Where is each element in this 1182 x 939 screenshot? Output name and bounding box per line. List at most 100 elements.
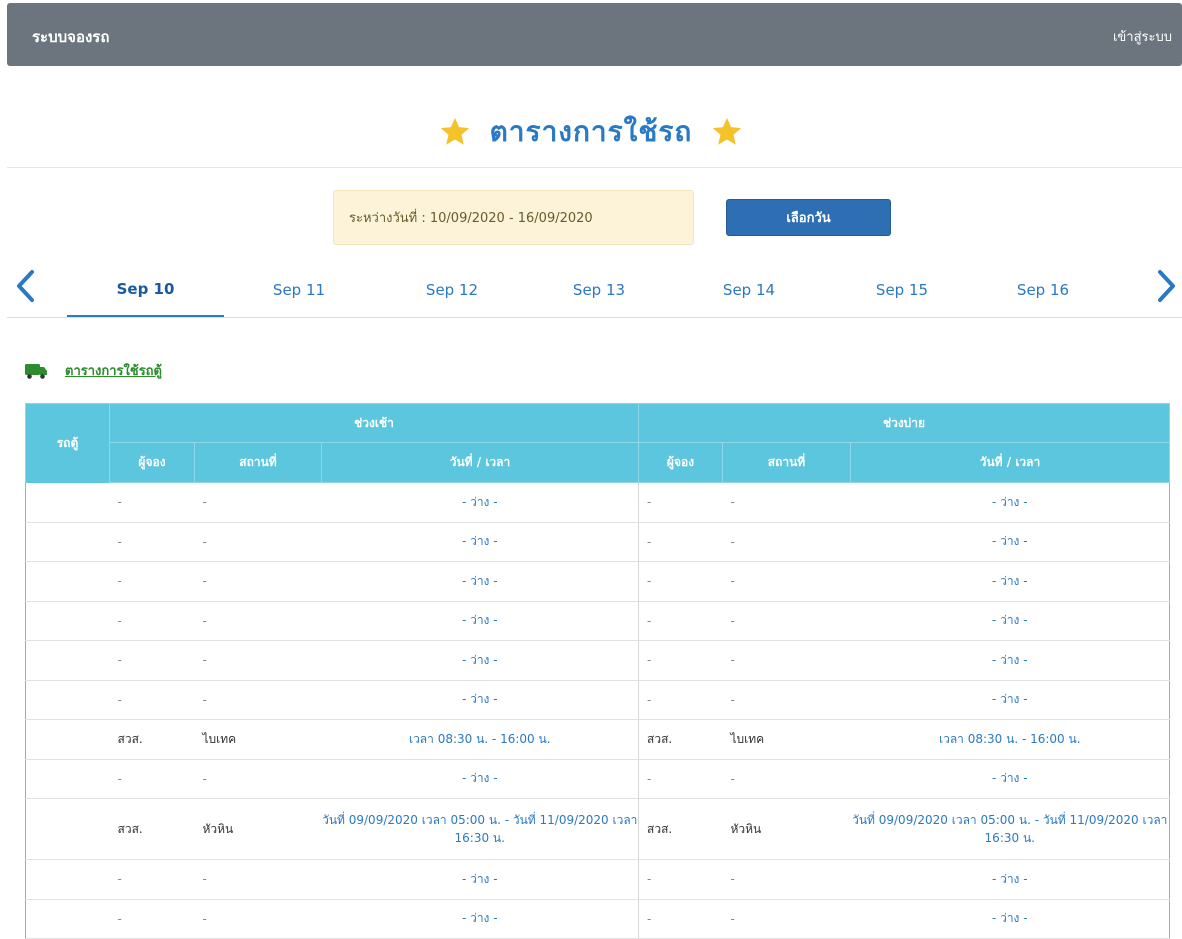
afternoon-place-cell: ไบเทค [722,719,851,760]
car-cell [25,482,110,523]
morning-place-cell: - [194,482,322,523]
select-date-button[interactable]: เลือกวัน [726,199,891,236]
header-booker: ผู้จอง [109,442,195,483]
section-header: ตารางการใช้รถตู้ [25,360,162,381]
afternoon-time-cell: วันที่ 09/09/2020 เวลา 05:00 น. - วันที่… [850,798,1171,860]
afternoon-time-cell: - ว่าง - [850,601,1171,641]
brand-title[interactable]: ระบบจองรถ [32,25,109,49]
table-row: --- ว่าง ---- ว่าง - [25,522,1171,562]
afternoon-booker-cell: - [638,522,723,562]
header-morning: ช่วงเช้า [109,403,639,443]
header-car: รถตู้ [25,403,110,483]
star-icon [440,117,469,145]
afternoon-booker-cell: - [638,640,723,681]
morning-time-cell: - ว่าง - [321,899,639,939]
chevron-left-icon[interactable] [14,268,36,304]
afternoon-time-cell: - ว่าง - [850,759,1171,799]
tab-sep-14[interactable]: Sep 14 [679,262,819,318]
afternoon-time-cell: - ว่าง - [850,680,1171,720]
schedule-table: รถตู้ ช่วงเช้า ช่วงบ่าย ผู้จอง สถานที่ ว… [25,403,1171,939]
morning-place-cell: - [194,899,322,939]
morning-place-cell: ไบเทค [194,719,322,760]
tab-sep-12[interactable]: Sep 12 [382,262,522,318]
afternoon-place-cell: - [722,859,851,900]
divider [7,167,1182,168]
morning-booker-cell: - [109,601,195,641]
morning-booker-cell: - [109,561,195,602]
afternoon-booker-cell: - [638,759,723,799]
afternoon-booker-cell: - [638,601,723,641]
car-cell [25,798,110,860]
tab-sep-16[interactable]: Sep 16 [973,262,1113,318]
morning-time-cell: - ว่าง - [321,601,639,641]
afternoon-booker-cell: สวส. [638,798,723,860]
table-row: --- ว่าง ---- ว่าง - [25,759,1171,799]
afternoon-time-cell: - ว่าง - [850,640,1171,681]
morning-booker-cell: - [109,640,195,681]
afternoon-place-cell: หัวหิน [722,798,851,860]
morning-booker-cell: - [109,899,195,939]
afternoon-booker-cell: สวส. [638,719,723,760]
car-cell [25,561,110,602]
afternoon-place-cell: - [722,680,851,720]
table-row: สวส. ไบเทค เวลา 08:30 น. - 16:00 น. สวส. ไบเ… [25,719,1171,760]
afternoon-booker-cell: - [638,680,723,720]
afternoon-place-cell: - [722,640,851,681]
header-booker: ผู้จอง [638,442,723,483]
divider [7,317,1182,318]
afternoon-time-cell: - ว่าง - [850,482,1171,523]
header-place: สถานที่ [194,442,322,483]
table-row: --- ว่าง ---- ว่าง - [25,859,1171,900]
morning-time-cell: - ว่าง - [321,482,639,523]
morning-booker-cell: - [109,859,195,900]
afternoon-time-cell: - ว่าง - [850,899,1171,939]
morning-place-cell: - [194,561,322,602]
afternoon-time-cell: เวลา 08:30 น. - 16:00 น. [850,719,1171,760]
afternoon-booker-cell: - [638,561,723,602]
morning-booker-cell: - [109,482,195,523]
morning-time-cell: - ว่าง - [321,640,639,681]
morning-time-cell: - ว่าง - [321,522,639,562]
car-cell [25,522,110,562]
car-cell [25,899,110,939]
morning-booker-cell: สวส. [109,798,195,860]
date-tabs: Sep 10 Sep 11 Sep 12 Sep 13 Sep 14 Sep 1… [67,262,1147,318]
morning-time-cell: - ว่าง - [321,680,639,720]
morning-booker-cell: - [109,680,195,720]
morning-time-cell: - ว่าง - [321,759,639,799]
table-row: --- ว่าง ---- ว่าง - [25,482,1171,523]
morning-booker-cell: - [109,759,195,799]
afternoon-booker-cell: - [638,859,723,900]
afternoon-time-cell: - ว่าง - [850,859,1171,900]
morning-time-cell: - ว่าง - [321,561,639,602]
morning-time-cell: - ว่าง - [321,859,639,900]
morning-place-cell: - [194,680,322,720]
morning-time-cell: เวลา 08:30 น. - 16:00 น. [321,719,639,760]
afternoon-booker-cell: - [638,899,723,939]
page-title-block: ตารางการใช้รถ [0,110,1182,150]
chevron-right-icon[interactable] [1156,268,1178,304]
afternoon-time-cell: - ว่าง - [850,522,1171,562]
tab-sep-15[interactable]: Sep 15 [832,262,972,318]
afternoon-booker-cell: - [638,482,723,523]
star-icon [713,117,742,145]
table-row: --- ว่าง ---- ว่าง - [25,601,1171,641]
car-cell [25,759,110,799]
afternoon-place-cell: - [722,899,851,939]
header-afternoon: ช่วงบ่าย [637,403,1171,443]
tab-sep-10[interactable]: Sep 10 [67,262,224,318]
van-schedule-link[interactable]: ตารางการใช้รถตู้ [65,360,162,381]
car-cell [25,859,110,900]
login-link[interactable]: เข้าสู่ระบบ [1113,26,1172,47]
afternoon-time-cell: - ว่าง - [850,561,1171,602]
afternoon-place-cell: - [722,561,851,602]
table-row: สวส. หัวหิน วันที่ 09/09/2020 เวลา 05:00 น… [25,798,1171,860]
morning-booker-cell: สวส. [109,719,195,760]
page-title: ตารางการใช้รถ [489,115,693,148]
tab-sep-13[interactable]: Sep 13 [529,262,669,318]
table-row: --- ว่าง ---- ว่าง - [25,561,1171,602]
tab-sep-11[interactable]: Sep 11 [229,262,369,318]
afternoon-place-cell: - [722,522,851,562]
morning-place-cell: - [194,601,322,641]
header-datetime: วันที่ / เวลา [849,442,1171,483]
